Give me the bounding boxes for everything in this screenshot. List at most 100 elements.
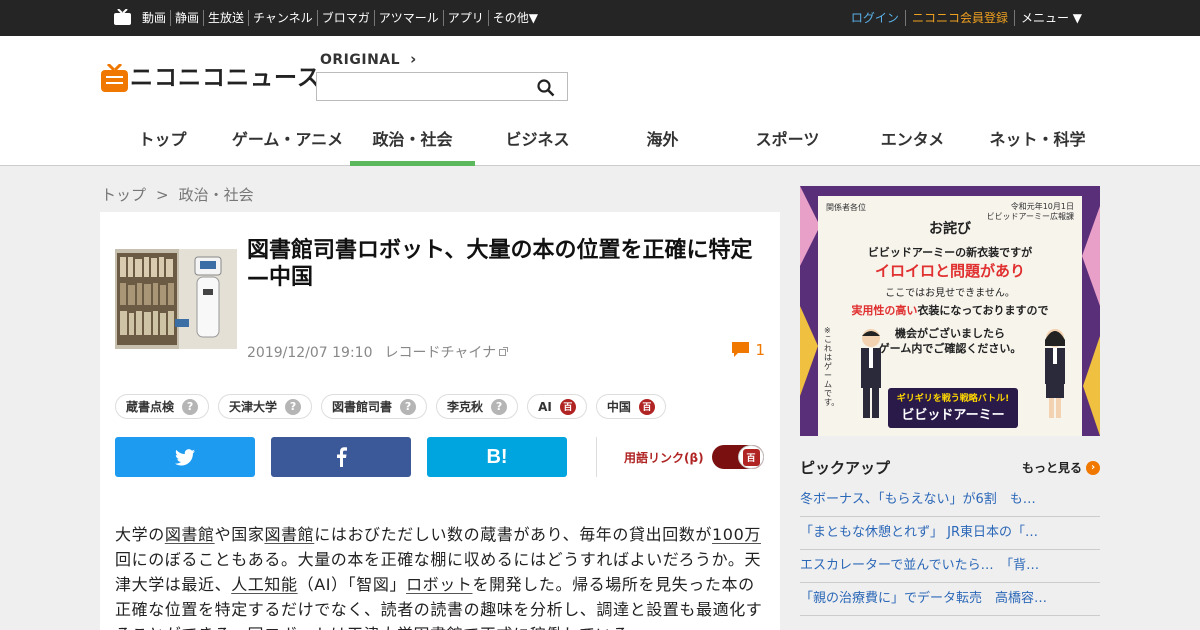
external-link-icon — [499, 347, 509, 356]
ad-text: 実用性の高い — [851, 304, 918, 317]
nav-tab-game-anime[interactable]: ゲーム・アニメ — [225, 120, 350, 166]
account-links: ログイン ニコニコ会員登録 メニュー ▼ — [845, 10, 1088, 26]
service-link-seiga[interactable]: 静画 — [170, 10, 203, 26]
menu-dropdown[interactable]: メニュー ▼ — [1013, 10, 1088, 26]
facebook-share-button[interactable] — [271, 437, 411, 477]
pickup-item-link[interactable]: エスカレーターで並んでいたら… 「背… — [800, 550, 1100, 583]
article-date: 2019/12/07 19:10 — [247, 345, 373, 361]
keyword-link[interactable]: 人工知能 — [231, 575, 297, 594]
keyword-link[interactable]: 図書館 — [264, 525, 314, 544]
ad-banner[interactable]: 関係者各位 令和元年10月1日 ビビッドアーミー広報課 お詫び ビビッドアーミーの… — [800, 186, 1100, 436]
pickup-header: ピックアップ もっと見る › — [800, 457, 1100, 478]
nav-tab-politics[interactable]: 政治・社会 — [350, 120, 475, 166]
niconico-tv-icon[interactable] — [114, 9, 131, 25]
comment-icon — [732, 342, 750, 357]
global-topbar: 動画 静画 生放送 チャンネル ブロマガ アツマール アプリ その他▼ ログイン… — [0, 0, 1200, 36]
term-link-label: 用語リンク(β) — [624, 451, 704, 465]
category-nav: トップ ゲーム・アニメ 政治・社会 ビジネス 海外 スポーツ エンタメ ネット・… — [100, 120, 1100, 166]
nav-tab-net-science[interactable]: ネット・科学 — [975, 120, 1100, 166]
share-buttons: B! — [115, 437, 567, 477]
article-card: 図書館司書ロボット、大量の本の位置を正確に特定—中国 2019/12/07 19… — [100, 212, 780, 630]
tag-item[interactable]: AI 百 — [527, 394, 587, 419]
breadcrumb-politics[interactable]: 政治・社会 — [179, 186, 254, 204]
tag-item[interactable]: 図書館司書? — [321, 394, 428, 419]
ad-title: お詫び — [929, 221, 971, 237]
tag-label: 天津大学 — [229, 400, 278, 414]
twitter-bird-icon — [175, 448, 195, 465]
site-header: ニコニコニュース ORIGINAL › トップ ゲーム・アニメ 政治・社会 ビジネ… — [0, 36, 1200, 166]
ad-text: 関係者各位 — [826, 203, 866, 212]
nav-tab-entame[interactable]: エンタメ — [850, 120, 975, 166]
question-icon[interactable]: ? — [491, 398, 508, 415]
tag-label: 李克秋 — [447, 400, 484, 414]
original-link[interactable]: ORIGINAL › — [320, 50, 417, 68]
tag-item[interactable]: 李克秋? — [436, 394, 519, 419]
service-link-atsumaru[interactable]: アツマール — [373, 10, 443, 26]
comment-count-link[interactable]: 1 — [732, 341, 765, 359]
ad-text: イロイロと問題があり — [874, 262, 1025, 280]
tag-item[interactable]: 天津大学? — [218, 394, 313, 419]
service-link-live[interactable]: 生放送 — [203, 10, 248, 26]
keyword-link[interactable]: 100万 — [712, 525, 761, 544]
question-icon[interactable]: ? — [285, 398, 302, 415]
nav-tab-business[interactable]: ビジネス — [475, 120, 600, 166]
article-body: 大学の図書館や国家図書館にはおびただしい数の蔵書があり、毎年の貸出回数が100万… — [115, 522, 765, 630]
keyword-link[interactable]: 図書館 — [165, 525, 215, 544]
service-link-channel[interactable]: チャンネル — [248, 10, 317, 26]
service-links: 動画 静画 生放送 チャンネル ブロマガ アツマール アプリ その他▼ — [138, 10, 542, 26]
article-source-link[interactable]: レコードチャイナ — [385, 345, 497, 361]
service-link-blomaga[interactable]: ブロマガ — [316, 10, 374, 26]
question-icon[interactable]: ? — [400, 398, 417, 415]
ad-apology-panel: 関係者各位 令和元年10月1日 ビビッドアーミー広報課 お詫び ビビッドアーミーの… — [818, 196, 1082, 436]
twitter-share-button[interactable] — [115, 437, 255, 477]
service-link-app[interactable]: アプリ — [442, 10, 488, 26]
chevron-right-icon: › — [410, 50, 417, 68]
search-input[interactable] — [316, 72, 568, 101]
nav-tab-overseas[interactable]: 海外 — [600, 120, 725, 166]
ad-text: ※これはゲームです。 — [824, 326, 840, 407]
login-link[interactable]: ログイン — [845, 10, 905, 26]
service-link-more[interactable]: その他▼ — [487, 10, 542, 26]
facebook-f-icon — [336, 447, 347, 467]
search-icon[interactable] — [537, 79, 555, 97]
toggle-knob: 百 — [738, 445, 764, 469]
tag-label: 中国 — [606, 400, 631, 414]
keyword-link[interactable]: ロボット — [406, 575, 472, 594]
hatena-bookmark-button[interactable]: B! — [427, 437, 567, 477]
tag-label: 蔵書点検 — [126, 400, 175, 414]
register-link[interactable]: ニコニコ会員登録 — [904, 10, 1014, 26]
body-text: 大学の — [115, 525, 165, 544]
ad-game-logo: ギリギリを戦う戦略バトル! ビビッドアーミー — [888, 388, 1018, 428]
tag-item[interactable]: 蔵書点検? — [115, 394, 210, 419]
breadcrumb-separator: > — [156, 186, 169, 204]
pickup-item-link[interactable]: 「親の治療費に」でデータ転売 高橋容… — [800, 583, 1100, 616]
hyakka-icon[interactable]: 百 — [638, 398, 655, 415]
arrow-right-icon: › — [1086, 460, 1100, 475]
breadcrumb: トップ > 政治・社会 — [101, 184, 254, 205]
body-text: （AI）「智図」 — [297, 575, 407, 594]
service-link-douga[interactable]: 動画 — [138, 10, 170, 26]
pickup-item-link[interactable]: 冬ボーナス、「もらえない」が6割 も… — [800, 484, 1100, 517]
more-link[interactable]: もっと見る › — [1022, 459, 1100, 476]
more-label: もっと見る — [1021, 461, 1082, 475]
body-text: にはおびただしい数の蔵書があり、毎年の貸出回数が — [314, 525, 713, 544]
breadcrumb-top[interactable]: トップ — [101, 186, 146, 204]
pickup-item-link[interactable]: 「まともな休憩とれず」 JR東日本の「… — [800, 517, 1100, 550]
original-label: ORIGINAL — [320, 52, 401, 68]
ad-text: ここではお見せできません。 — [885, 288, 1015, 299]
nav-tab-sports[interactable]: スポーツ — [725, 120, 850, 166]
pickup-list: 冬ボーナス、「もらえない」が6割 も… 「まともな休憩とれず」 JR東日本の「…… — [800, 484, 1100, 616]
article-title: 図書館司書ロボット、大量の本の位置を正確に特定—中国 — [247, 238, 753, 290]
tag-item[interactable]: 中国百 — [595, 394, 666, 419]
niconico-logo-icon[interactable] — [101, 64, 128, 92]
term-link-toggle[interactable]: 百 — [712, 445, 764, 469]
article-thumbnail[interactable] — [115, 249, 237, 349]
question-icon[interactable]: ? — [182, 398, 199, 415]
site-logo-text[interactable]: ニコニコニュース — [130, 64, 321, 92]
nav-tab-top[interactable]: トップ — [100, 120, 225, 166]
tag-label: 図書館司書 — [332, 400, 393, 414]
hyakka-icon[interactable]: 百 — [559, 398, 576, 415]
ad-text: 実用性の高い衣装になっておりますので — [818, 302, 1082, 318]
ad-text: ビビッドアーミーの新衣装ですが — [867, 246, 1033, 259]
tag-list: 蔵書点検? 天津大学? 図書館司書? 李克秋? AI 百 中国百 — [115, 394, 666, 419]
